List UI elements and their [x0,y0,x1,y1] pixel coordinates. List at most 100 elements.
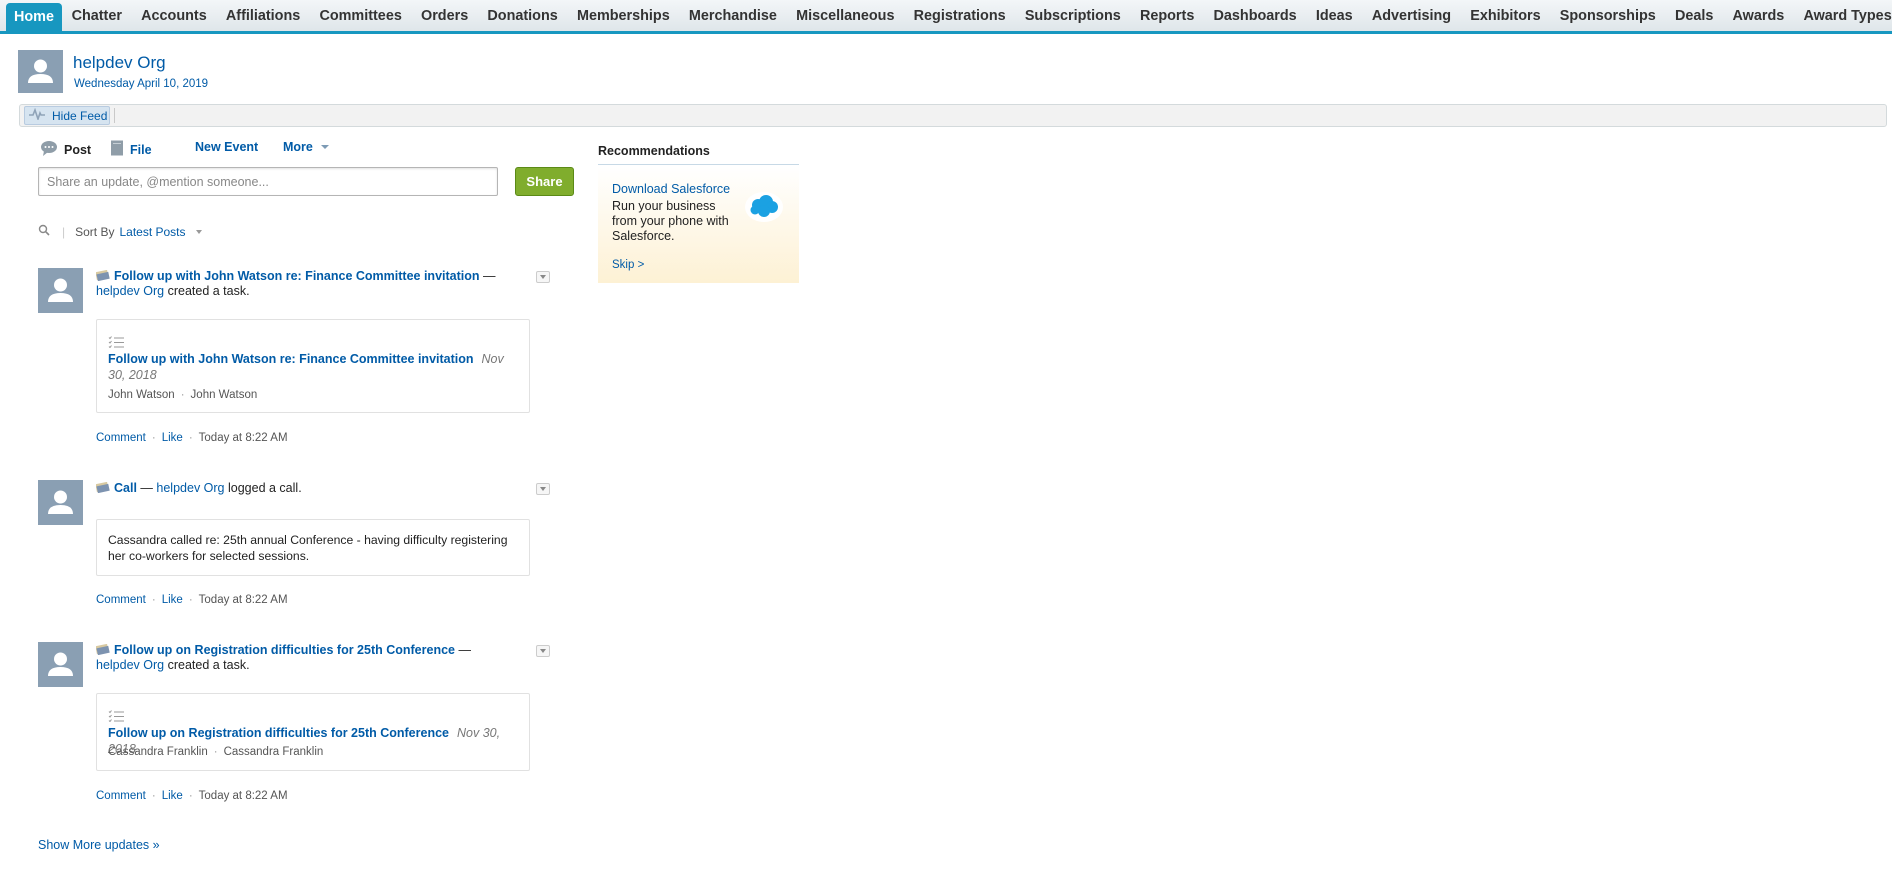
card-title-link[interactable]: Follow up on Registration difficulties f… [108,726,449,740]
feed-item-title-link[interactable]: Call [114,481,137,495]
tab-advertising[interactable]: Advertising [1362,0,1460,31]
feed-item-timestamp: Today at 8:22 AM [198,594,288,606]
chevron-down-icon [540,487,546,491]
file-icon [110,140,124,159]
chevron-down-icon [540,275,546,279]
sort-divider: | [62,224,66,239]
feed-item-title-link[interactable]: Follow up with John Watson re: Finance C… [114,269,480,283]
task-icon [95,643,110,656]
tab-deals[interactable]: Deals [1665,0,1723,31]
recommendation-heading[interactable]: Download Salesforce [612,182,730,196]
like-link[interactable]: Like [162,432,183,444]
tab-registrations[interactable]: Registrations [904,0,1015,31]
feed-item-dash: — [458,643,471,657]
card-person: Cassandra Franklin [108,746,208,758]
tab-memberships[interactable]: Memberships [567,0,679,31]
tab-list: Home Chatter Accounts Affiliations Committee… [0,0,1892,31]
feed-item-actor-link[interactable]: helpdev Org [96,658,164,672]
chevron-down-icon[interactable] [195,229,202,234]
new-event-label: New Event [195,140,259,154]
card-people: John Watson · John Watson [108,389,258,401]
tab-orders[interactable]: Orders [411,0,477,31]
comment-link[interactable]: Comment [96,432,146,444]
tab-home[interactable]: Home [6,3,62,31]
like-link[interactable]: Like [162,790,183,802]
tab-ideas[interactable]: Ideas [1306,0,1362,31]
tab-sponsorships[interactable]: Sponsorships [1550,0,1665,31]
sort-value[interactable]: Latest Posts [119,225,185,239]
tab-miscellaneous[interactable]: Miscellaneous [787,0,905,31]
comment-link[interactable]: Comment [96,790,146,802]
publisher-file-tab[interactable]: File [110,140,152,159]
card-person: Cassandra Franklin [223,746,324,758]
share-button[interactable]: Share [515,167,574,196]
tab-accounts[interactable]: Accounts [132,0,217,31]
feed-item-header: Follow up with John Watson re: Finance C… [95,269,506,299]
like-link[interactable]: Like [162,594,183,606]
tab-bar: Home Chatter Accounts Affiliations Committee… [0,0,1892,34]
hide-feed-button[interactable]: Hide Feed [24,106,110,125]
card-person: John Watson [190,389,258,401]
tab-merchandise[interactable]: Merchandise [679,0,786,31]
feed-item-action-text: created a task. [167,658,250,672]
hide-feed-label: Hide Feed [52,108,108,123]
task-icon [95,481,110,494]
feed-item-dash: — [140,481,153,495]
user-avatar[interactable] [18,50,63,93]
feed-item-card: Cassandra called re: 25th annual Confere… [96,519,530,576]
feed-item-actor-link[interactable]: helpdev Org [156,481,224,495]
feed-item-card: Follow up on Registration difficulties f… [96,693,530,771]
chevron-down-icon [540,649,546,653]
chat-bubble-icon [40,140,58,159]
feed-item-avatar[interactable] [38,480,83,525]
card-people: Cassandra Franklin · Cassandra Franklin [108,746,324,758]
task-list-icon [108,710,124,723]
tab-donations[interactable]: Donations [478,0,568,31]
recommendation-card: Download Salesforce Run your business fr… [598,167,799,283]
tab-subscriptions[interactable]: Subscriptions [1015,0,1130,31]
feed-item-menu-button[interactable] [536,483,550,495]
feed-toolbar: Hide Feed [19,104,1887,127]
tab-committees[interactable]: Committees [310,0,412,31]
feed-item-action-text: created a task. [167,284,250,298]
feed-item-title-link[interactable]: Follow up on Registration difficulties f… [114,643,455,657]
share-update-input[interactable]: Share an update, @mention someone... [38,167,498,196]
tab-award-types[interactable]: Award Types [1794,0,1892,31]
feed-item-dash: — [483,269,496,283]
feed-item-timestamp: Today at 8:22 AM [198,432,288,444]
salesforce-cloud-icon [744,190,784,224]
page-date: Wednesday April 10, 2019 [74,78,209,90]
publisher-post-tab[interactable]: Post [40,140,91,159]
publisher-new-event-tab[interactable]: New Event [195,140,258,154]
tab-affiliations[interactable]: Affiliations [216,0,310,31]
feed-item-menu-button[interactable] [536,645,550,657]
recommendations-title: Recommendations [598,144,710,158]
task-list-icon [108,336,124,349]
toolbar-divider [114,108,115,123]
page-title[interactable]: helpdev Org [73,53,166,73]
recommendations-divider [598,164,799,165]
feed-item-actor-link[interactable]: helpdev Org [96,284,164,298]
feed-item-avatar[interactable] [38,268,83,313]
sort-bar: | Sort By Latest Posts [38,224,202,239]
feed-item-menu-button[interactable] [536,271,550,283]
sort-label: Sort By [75,224,115,239]
feed-item-actions: Comment · Like · Today at 8:22 AM [96,432,288,444]
comment-link[interactable]: Comment [96,594,146,606]
file-label: File [130,142,152,157]
tab-exhibitors[interactable]: Exhibitors [1461,0,1551,31]
skip-link[interactable]: Skip > [612,259,644,271]
tab-dashboards[interactable]: Dashboards [1204,0,1306,31]
tab-chatter[interactable]: Chatter [62,0,132,31]
feed-item-action-text: logged a call. [228,481,302,495]
publisher-more-menu[interactable]: More [283,140,329,154]
card-title-link[interactable]: Follow up with John Watson re: Finance C… [108,352,474,366]
show-more-link[interactable]: Show More updates » [38,838,160,852]
tab-awards[interactable]: Awards [1723,0,1794,31]
feed-item-header: Call — helpdev Org logged a call. [95,481,506,496]
card-title: Follow up with John Watson re: Finance C… [108,351,518,383]
feed-item-avatar[interactable] [38,642,83,687]
feed-item-actions: Comment · Like · Today at 8:22 AM [96,594,288,606]
search-icon[interactable] [38,224,50,239]
tab-reports[interactable]: Reports [1130,0,1204,31]
